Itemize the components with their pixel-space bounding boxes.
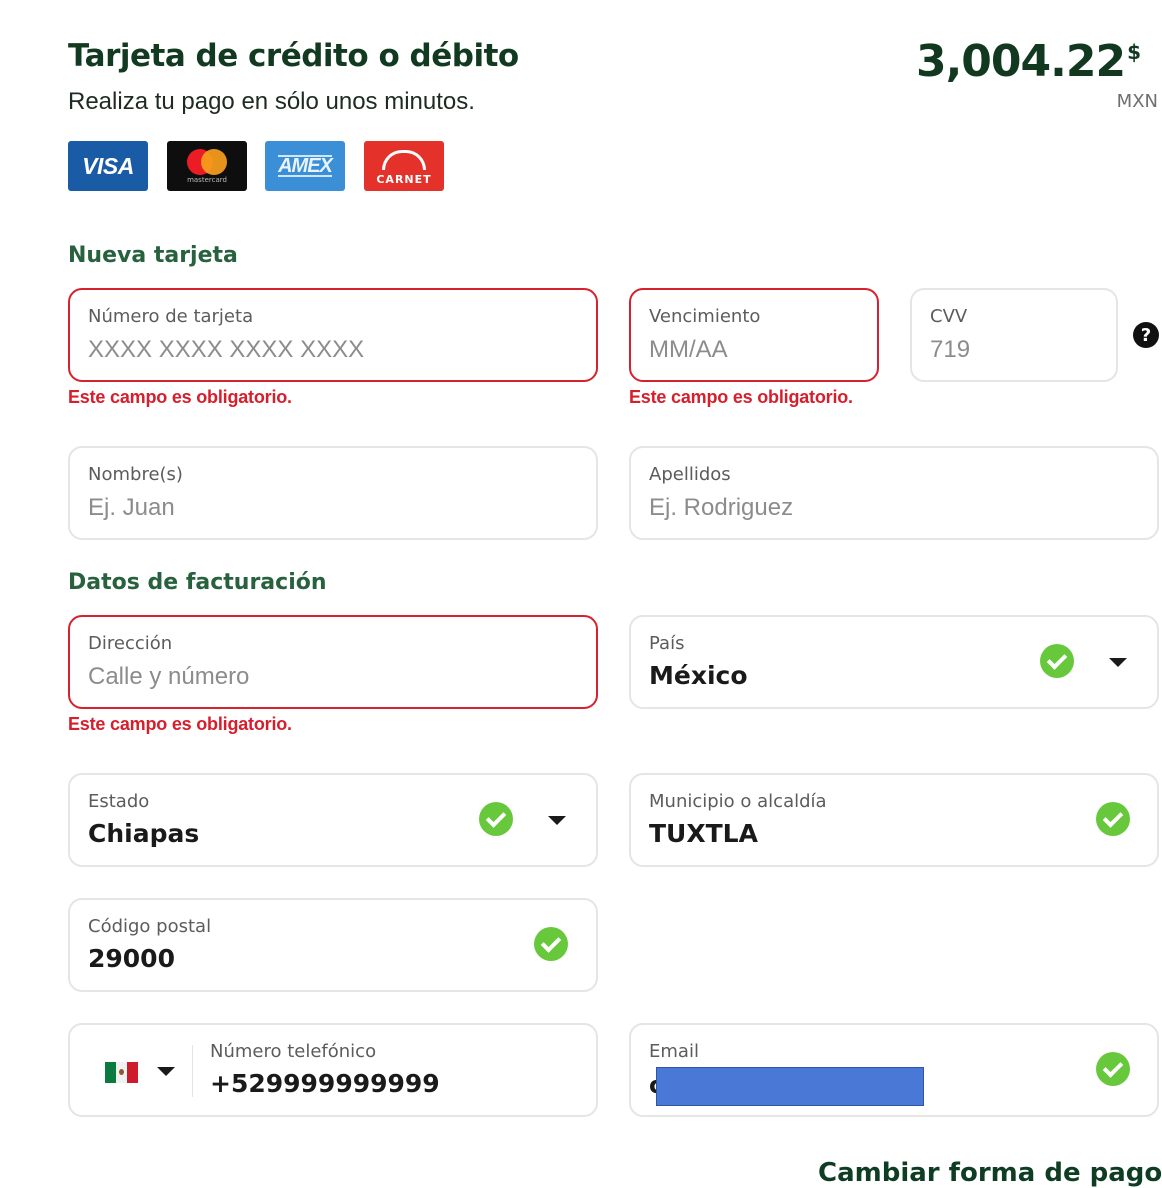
amex-logo-text: AMEX <box>278 155 333 177</box>
card-number-label: Número de tarjeta <box>88 306 254 327</box>
municipality-input[interactable]: TUXTLA <box>649 819 758 848</box>
last-name-label: Apellidos <box>649 464 731 485</box>
carnet-logo-text: CARNET <box>376 172 432 186</box>
redaction-box <box>656 1067 924 1106</box>
cvv-field[interactable]: CVV 719 <box>910 288 1118 382</box>
first-name-field[interactable]: Nombre(s) Ej. Juan <box>68 446 598 540</box>
phone-field[interactable]: Número telefónico +529999999999 <box>68 1023 598 1117</box>
visa-logo: VISA <box>68 141 148 191</box>
postal-code-input[interactable]: 29000 <box>88 944 175 973</box>
check-circle-icon <box>534 927 568 961</box>
municipality-field[interactable]: Municipio o alcaldía TUXTLA <box>629 773 1159 867</box>
check-circle-icon <box>1040 644 1074 678</box>
email-label: Email <box>649 1041 699 1062</box>
help-icon[interactable]: ? <box>1133 322 1159 348</box>
postal-code-label: Código postal <box>88 916 212 937</box>
country-select[interactable]: País México <box>629 615 1159 709</box>
section-title-billing: Datos de facturación <box>68 570 327 595</box>
divider <box>192 1045 193 1097</box>
municipality-label: Municipio o alcaldía <box>649 791 827 812</box>
page-title: Tarjeta de crédito o débito <box>68 38 519 74</box>
card-number-field[interactable]: Número de tarjeta XXXX XXXX XXXX XXXX <box>68 288 598 382</box>
expiry-error: Este campo es obligatorio. <box>629 387 853 407</box>
country-label: País <box>649 633 685 654</box>
change-payment-method-link[interactable]: Cambiar forma de pago <box>818 1158 1162 1188</box>
state-label: Estado <box>88 791 150 812</box>
check-circle-icon <box>1096 802 1130 836</box>
mastercard-circles-icon <box>185 148 229 175</box>
total-amount: 3,004.22 $ <box>915 36 1141 87</box>
address-error: Este campo es obligatorio. <box>68 714 292 734</box>
mastercard-logo-text: mastercard <box>187 175 227 184</box>
first-name-input[interactable]: Ej. Juan <box>88 494 175 522</box>
carnet-arc-icon <box>382 149 426 170</box>
last-name-input[interactable]: Ej. Rodriguez <box>649 494 793 522</box>
visa-logo-text: VISA <box>82 152 134 179</box>
check-circle-icon <box>479 802 513 836</box>
check-circle-icon <box>1096 1052 1130 1086</box>
chevron-down-icon[interactable] <box>548 816 566 825</box>
last-name-field[interactable]: Apellidos Ej. Rodriguez <box>629 446 1159 540</box>
amount-value: 3,004.22 <box>915 36 1126 87</box>
amex-logo: AMEX <box>265 141 345 191</box>
currency-symbol: $ <box>1127 40 1141 64</box>
address-input[interactable]: Calle y número <box>88 663 249 691</box>
phone-label: Número telefónico <box>210 1041 377 1062</box>
country-value: México <box>649 661 748 690</box>
chevron-down-icon[interactable] <box>157 1067 175 1076</box>
currency-code: MXN <box>1116 91 1158 112</box>
cvv-label: CVV <box>930 306 968 327</box>
mexico-flag-icon[interactable] <box>105 1062 138 1083</box>
page-subtitle: Realiza tu pago en sólo unos minutos. <box>68 88 475 115</box>
chevron-down-icon[interactable] <box>1109 658 1127 667</box>
cvv-input[interactable]: 719 <box>930 336 970 364</box>
state-value: Chiapas <box>88 819 200 848</box>
address-field[interactable]: Dirección Calle y número <box>68 615 598 709</box>
card-number-input[interactable]: XXXX XXXX XXXX XXXX <box>88 336 364 364</box>
phone-input[interactable]: +529999999999 <box>210 1069 440 1098</box>
expiry-field[interactable]: Vencimiento MM/AA <box>629 288 879 382</box>
postal-code-field[interactable]: Código postal 29000 <box>68 898 598 992</box>
expiry-input[interactable]: MM/AA <box>649 336 728 364</box>
state-select[interactable]: Estado Chiapas <box>68 773 598 867</box>
card-number-error: Este campo es obligatorio. <box>68 387 292 407</box>
first-name-label: Nombre(s) <box>88 464 183 485</box>
mastercard-logo: mastercard <box>167 141 247 191</box>
section-title-new-card: Nueva tarjeta <box>68 243 238 268</box>
expiry-label: Vencimiento <box>649 306 761 327</box>
address-label: Dirección <box>88 633 173 654</box>
email-field[interactable]: Email c <box>629 1023 1159 1117</box>
carnet-logo: CARNET <box>364 141 444 191</box>
